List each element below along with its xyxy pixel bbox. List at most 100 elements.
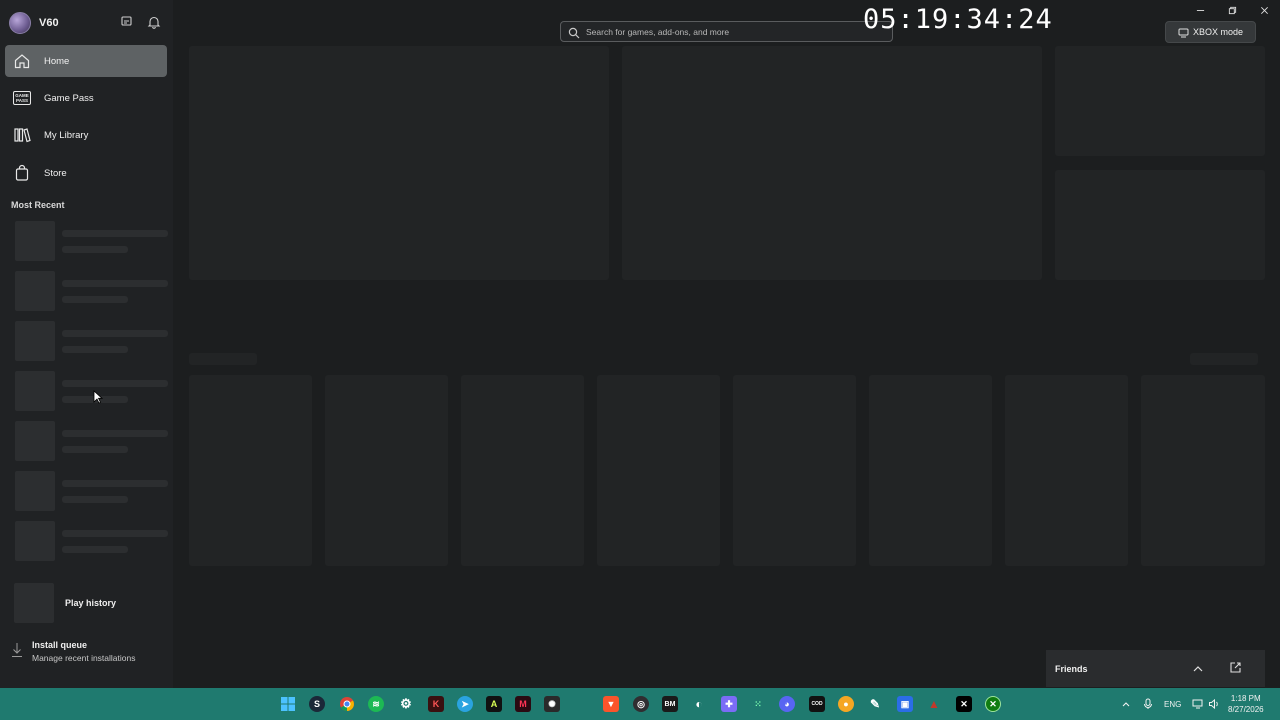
game-tile-placeholder: [1005, 375, 1128, 566]
overwolf-icon[interactable]: ◐: [690, 695, 708, 713]
recent-item-placeholder[interactable]: [15, 271, 170, 313]
callofduty-icon[interactable]: COD: [808, 695, 826, 713]
app-wave-icon[interactable]: ✎: [866, 695, 884, 713]
app-m-icon[interactable]: M: [514, 695, 532, 713]
network-icon[interactable]: [1192, 688, 1204, 720]
recent-item-placeholder[interactable]: [15, 471, 170, 513]
taskbar: S ≋ ⚙ K ➤ A M ✺ ▼ ◎ BM ◐ ✚ ⁙ ◕ COD ● ✎ ▣…: [0, 688, 1280, 720]
recent-item-placeholder[interactable]: [15, 521, 170, 563]
app-spark-icon[interactable]: ✺: [543, 695, 561, 713]
capcut-icon[interactable]: ✕: [955, 695, 973, 713]
chrome-icon[interactable]: [338, 695, 356, 713]
search-bar[interactable]: [560, 21, 893, 42]
nav-home[interactable]: Home: [5, 45, 167, 77]
window-controls: [1184, 0, 1280, 20]
install-queue-button[interactable]: Install queue Manage recent installation…: [11, 640, 135, 663]
recent-item-placeholder[interactable]: [15, 321, 170, 363]
discord-icon[interactable]: ◕: [778, 695, 796, 713]
game-tile-placeholder: [189, 375, 312, 566]
game-pass-icon: GAME PASS: [13, 89, 31, 107]
chevron-up-icon[interactable]: [1192, 662, 1204, 674]
nav-game-pass-label: Game Pass: [44, 92, 94, 104]
nav-home-label: Home: [44, 55, 70, 67]
app-triangle-icon[interactable]: ▲: [925, 695, 943, 713]
avatar[interactable]: [9, 12, 31, 34]
nav-my-library-label: My Library: [44, 129, 89, 141]
timer-overlay: 05:19:34:24: [863, 4, 1053, 35]
recent-thumb: [15, 321, 55, 361]
game-tile-placeholder: [597, 375, 720, 566]
app-a-icon[interactable]: A: [485, 695, 503, 713]
home-icon: [13, 52, 31, 70]
skeleton-line: [62, 346, 128, 353]
xbox-mode-button[interactable]: XBOX mode: [1165, 21, 1256, 43]
app-square-icon[interactable]: ▣: [896, 695, 914, 713]
download-icon: [11, 642, 23, 658]
xbox-mode-icon: [1178, 27, 1189, 38]
obs-icon[interactable]: ◎: [632, 695, 650, 713]
library-icon: [13, 126, 31, 144]
nav-game-pass[interactable]: GAME PASS Game Pass: [5, 82, 167, 114]
taskbar-time: 1:18 PM: [1230, 694, 1261, 703]
restore-button[interactable]: [1216, 0, 1248, 20]
mouse-cursor-icon: [93, 390, 104, 404]
profile-button[interactable]: V60: [9, 12, 59, 34]
game-tile-placeholder: [1141, 375, 1265, 566]
install-queue-title: Install queue: [32, 640, 88, 650]
brave-icon[interactable]: ▼: [602, 695, 620, 713]
gamepad-icon[interactable]: ✚: [720, 695, 738, 713]
sidebar: V60 Home GAME PASS Game Pass My Library …: [0, 0, 173, 688]
search-input[interactable]: [586, 26, 876, 37]
microphone-icon[interactable]: [1143, 688, 1153, 720]
play-history-button[interactable]: Play history: [14, 583, 116, 623]
recent-thumb: [15, 521, 55, 561]
skeleton-line: [62, 446, 128, 453]
spotify-icon[interactable]: ≋: [367, 695, 385, 713]
popout-icon[interactable]: [1229, 661, 1242, 674]
notification-bell-icon[interactable]: [147, 15, 161, 29]
language-indicator[interactable]: ENG: [1164, 688, 1181, 720]
hero-placeholder: [622, 46, 1042, 280]
install-queue-subtitle: Manage recent installations: [32, 653, 136, 663]
taskbar-clock[interactable]: 1:18 PM 8/27/2026: [1228, 693, 1264, 715]
xbox-mode-label: XBOX mode: [1192, 27, 1244, 37]
app-bm-icon[interactable]: BM: [661, 695, 679, 713]
see-all-placeholder: [1190, 353, 1258, 365]
game-tile-placeholder: [461, 375, 584, 566]
minimize-button[interactable]: [1184, 0, 1216, 20]
recent-item-placeholder[interactable]: [15, 221, 170, 263]
windows-start-icon[interactable]: [279, 695, 297, 713]
game-pass-badge-line2: PASS: [16, 98, 28, 103]
recent-item-placeholder[interactable]: [15, 421, 170, 463]
skeleton-line: [62, 296, 128, 303]
nav-store[interactable]: Store: [5, 157, 167, 189]
tray-overflow-icon[interactable]: [1121, 688, 1131, 720]
volume-icon[interactable]: [1208, 688, 1220, 720]
store-icon: [13, 164, 31, 182]
app-circle-icon[interactable]: ●: [837, 695, 855, 713]
xbox-icon[interactable]: ✕: [984, 695, 1002, 713]
skeleton-line: [62, 496, 128, 503]
play-history-thumb: [14, 583, 54, 623]
nav-store-label: Store: [44, 167, 67, 179]
recent-thumb: [15, 271, 55, 311]
skeleton-line: [62, 380, 168, 387]
skeleton-line: [62, 246, 128, 253]
chat-icon[interactable]: [120, 15, 134, 29]
steelseries-icon[interactable]: ⚙: [397, 695, 415, 713]
recent-thumb: [15, 421, 55, 461]
recent-thumb: [15, 471, 55, 511]
friends-panel[interactable]: Friends: [1046, 650, 1265, 687]
skeleton-line: [62, 230, 168, 237]
app-dots-icon[interactable]: ⁙: [749, 695, 767, 713]
nav-my-library[interactable]: My Library: [5, 119, 167, 151]
kaspersky-icon[interactable]: K: [427, 695, 445, 713]
game-tile-placeholder: [325, 375, 448, 566]
play-history-label: Play history: [65, 598, 117, 608]
taskbar-date: 8/27/2026: [1228, 705, 1264, 714]
skeleton-line: [62, 430, 168, 437]
close-button[interactable]: [1248, 0, 1280, 20]
steam-icon[interactable]: S: [308, 695, 326, 713]
most-recent-heading: Most Recent: [11, 200, 65, 210]
telegram-icon[interactable]: ➤: [456, 695, 474, 713]
